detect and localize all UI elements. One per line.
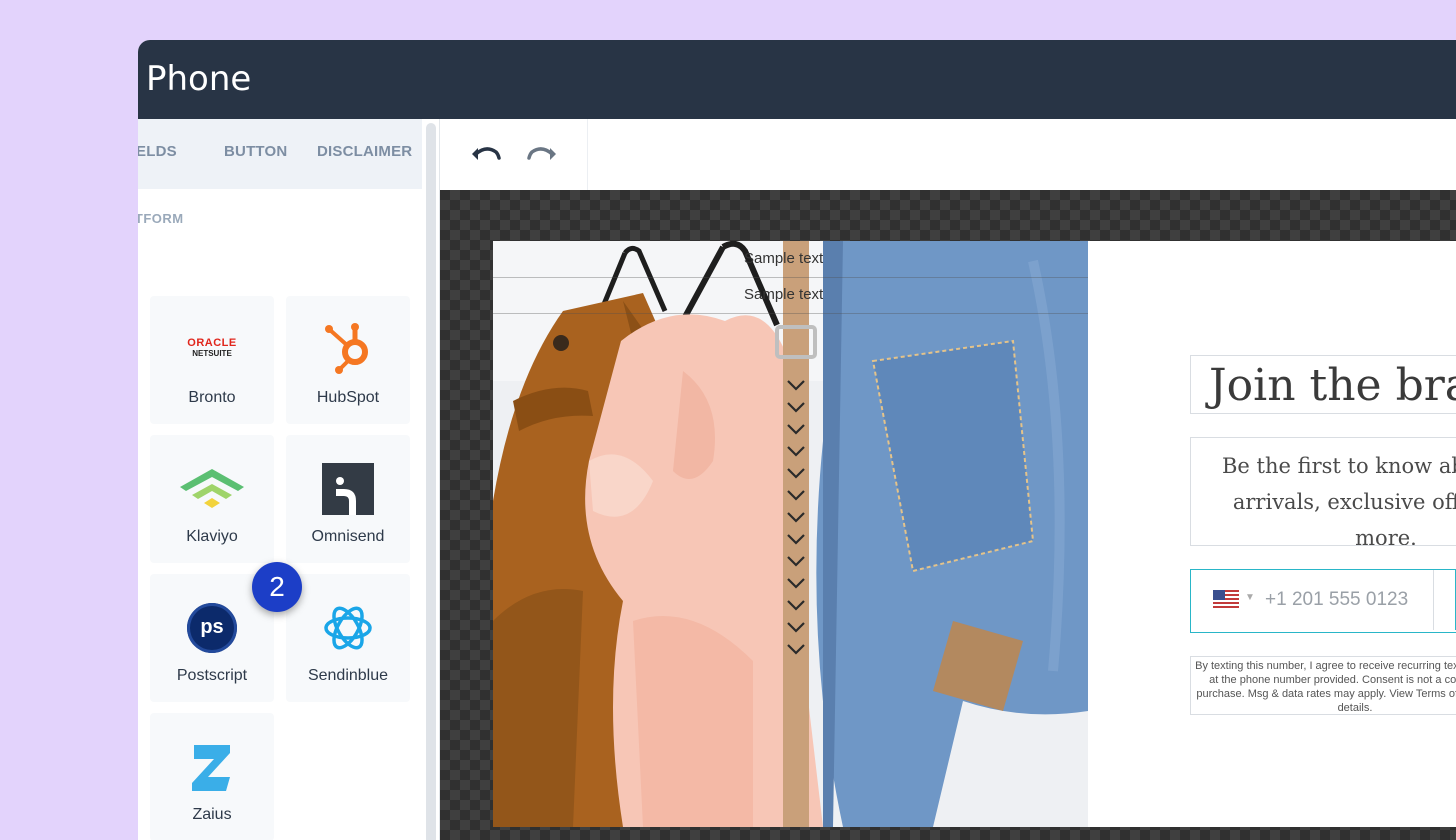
sidebar: ELDS BUTTON DISCLAIMER ATFORM ORACLE NET… xyxy=(138,119,422,840)
integration-label: Bronto xyxy=(188,389,236,406)
integration-card-bronto[interactable]: ORACLE NETSUITE Bronto xyxy=(150,296,274,424)
tab-button[interactable]: BUTTON xyxy=(224,143,287,160)
klaviyo-icon xyxy=(180,469,244,508)
integration-card-omnisend[interactable]: Omnisend xyxy=(286,435,410,563)
sample-text-row[interactable]: Sample text xyxy=(493,277,1088,314)
sample-text-row[interactable]: Sample text xyxy=(493,241,1088,278)
integration-label: Zaius xyxy=(192,806,232,823)
popup-headline: Join the brand xyxy=(1209,360,1456,411)
hero-image[interactable]: Sample text Sample text xyxy=(493,241,1088,827)
preview-canvas: Sample text Sample text Join the brand B… xyxy=(440,190,1456,840)
integration-card-zaius[interactable]: Zaius xyxy=(150,713,274,840)
phone-input-wrapper[interactable]: ▼ xyxy=(1191,570,1434,630)
omnisend-icon xyxy=(322,463,374,515)
integration-label: HubSpot xyxy=(316,389,380,406)
sendinblue-icon xyxy=(324,606,372,650)
integration-card-klaviyo[interactable]: Klaviyo xyxy=(150,435,274,563)
sidebar-scrollbar[interactable] xyxy=(422,119,440,840)
sidebar-tabs: ELDS BUTTON DISCLAIMER xyxy=(138,119,422,189)
postscript-icon: ps xyxy=(187,603,237,653)
popup-preview: Sample text Sample text Join the brand B… xyxy=(493,241,1456,827)
title-bar: Phone xyxy=(138,40,1456,119)
hubspot-icon xyxy=(325,323,368,374)
integration-label: Postscript xyxy=(176,667,248,684)
zaius-icon xyxy=(192,745,230,791)
headline-block[interactable]: Join the brand xyxy=(1190,355,1456,414)
disclaimer-block[interactable]: By texting this number, I agree to recei… xyxy=(1190,656,1456,715)
section-label-platform: ATFORM xyxy=(138,211,184,226)
integration-card-hubspot[interactable]: HubSpot xyxy=(286,296,410,424)
editor-toolbar xyxy=(440,119,1456,191)
window-title: Phone xyxy=(146,59,252,99)
integration-label: Sendinblue xyxy=(307,667,389,684)
toolbar-separator xyxy=(587,119,588,190)
scrollbar-thumb[interactable] xyxy=(426,123,436,840)
phone-field-row[interactable]: ▼ xyxy=(1190,569,1456,633)
integration-label: Klaviyo xyxy=(186,528,238,545)
editor-window: Phone ELDS BUTTON DISCLAIMER ATFORM ORAC… xyxy=(138,40,1456,840)
tab-fields[interactable]: ELDS xyxy=(138,143,177,160)
us-flag-icon[interactable] xyxy=(1213,590,1239,608)
step-badge: 2 xyxy=(252,562,302,612)
subtitle-block[interactable]: Be the first to know about new arrivals,… xyxy=(1190,437,1456,546)
tab-disclaimer[interactable]: DISCLAIMER xyxy=(317,143,412,160)
integration-label: Omnisend xyxy=(311,528,385,545)
popup-disclaimer: By texting this number, I agree to recei… xyxy=(1195,660,1456,714)
integration-card-sendinblue[interactable]: Sendinblue xyxy=(286,574,410,702)
undo-icon xyxy=(472,147,501,160)
phone-input[interactable] xyxy=(1263,587,1422,613)
clothes-rack-image xyxy=(493,241,1088,827)
redo-button[interactable] xyxy=(526,139,558,169)
redo-icon xyxy=(527,147,556,160)
oracle-netsuite-icon: ORACLE NETSUITE xyxy=(187,337,237,359)
undo-button[interactable] xyxy=(470,139,502,169)
chevron-down-icon[interactable]: ▼ xyxy=(1245,592,1255,603)
popup-subtitle: Be the first to know about new arrivals,… xyxy=(1221,454,1456,546)
